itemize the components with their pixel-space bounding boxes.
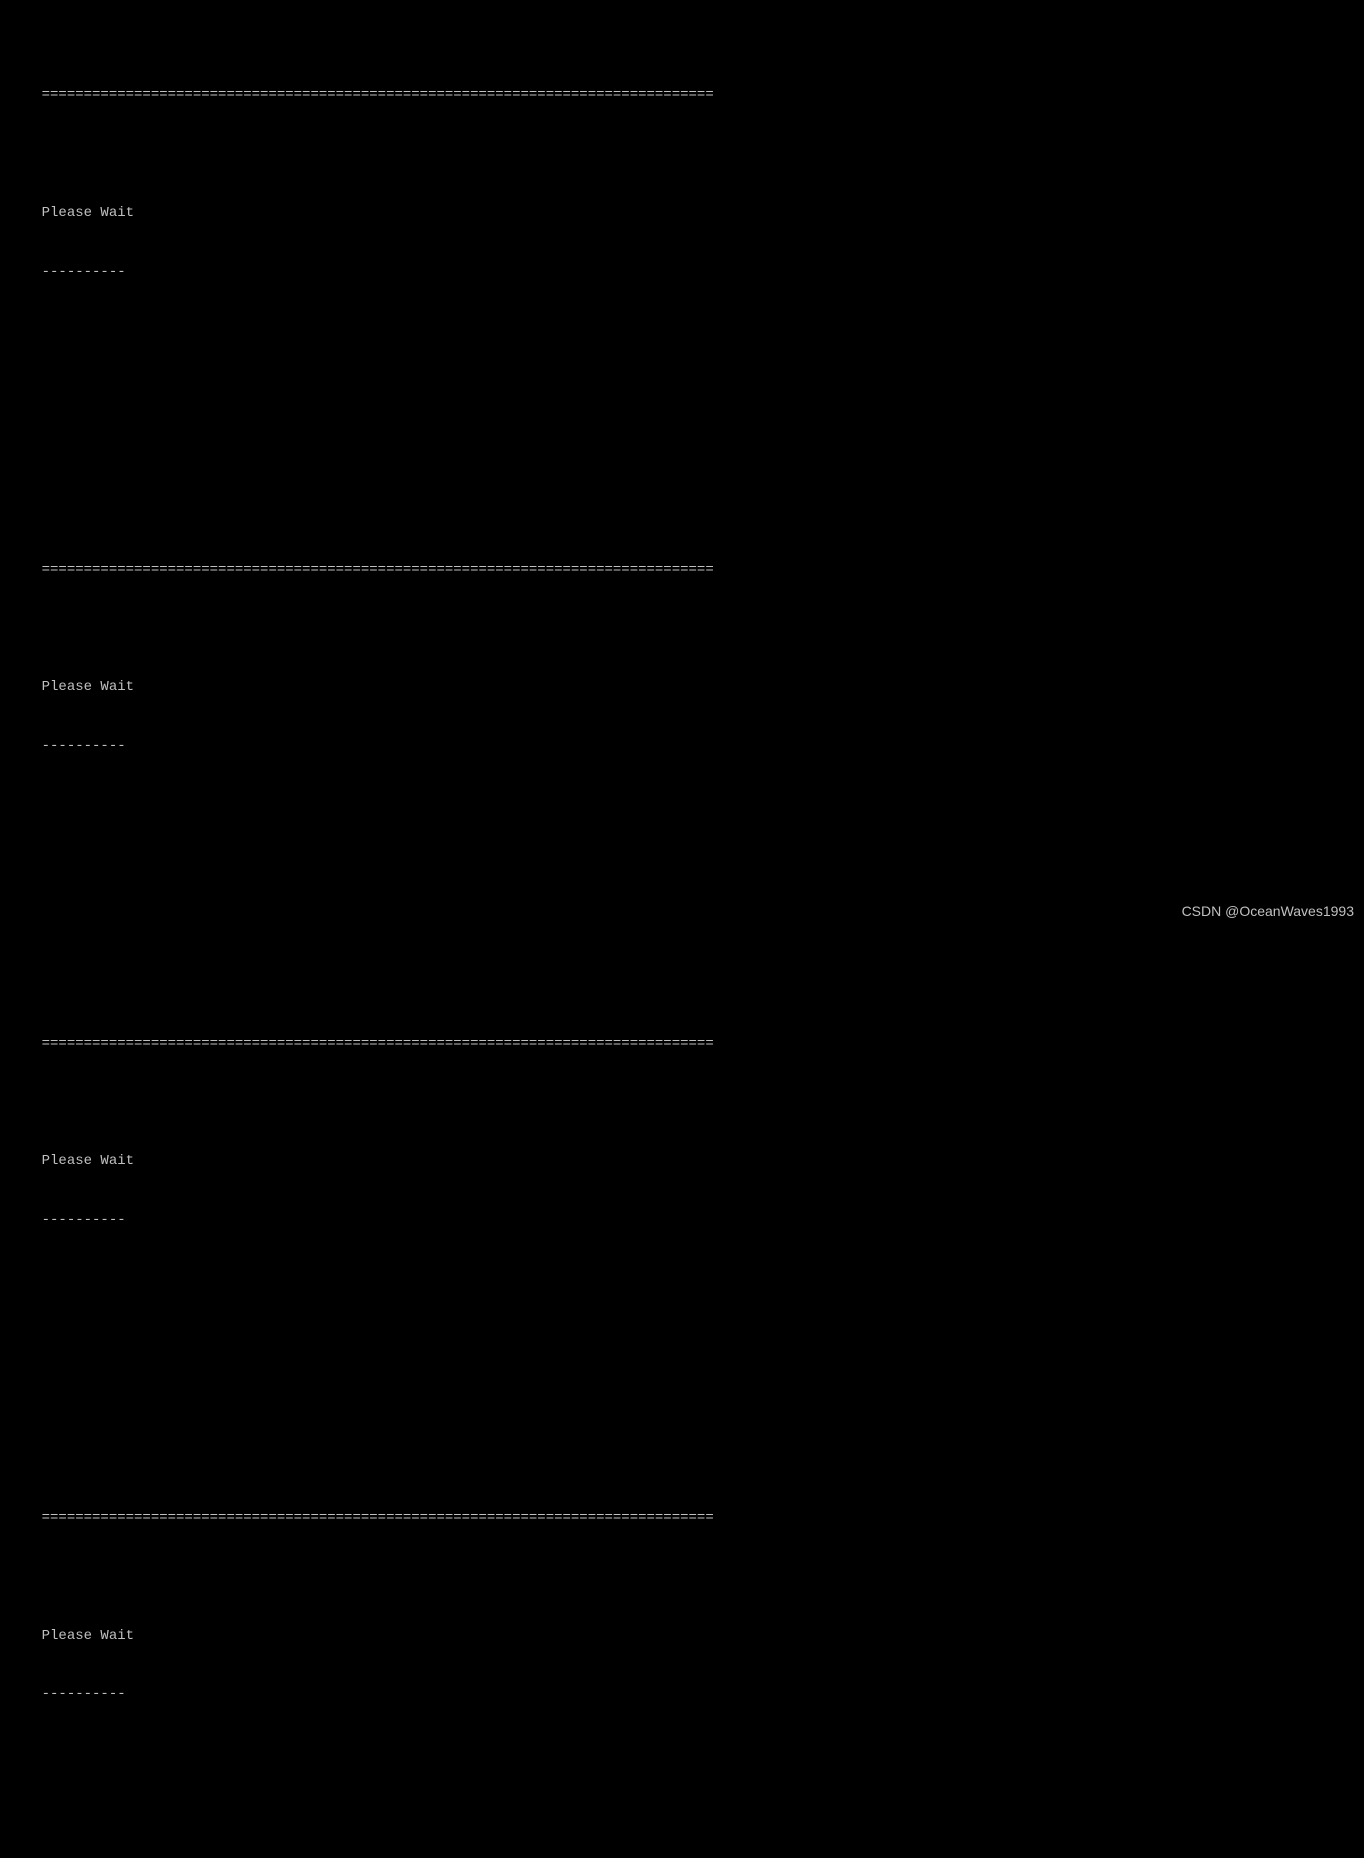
section-2: ========================================…: [8, 541, 1356, 933]
watermark-text: CSDN @OceanWaves1993: [1182, 903, 1354, 919]
separator-3: ========================================…: [42, 1036, 714, 1052]
dashes-2: ----------: [42, 738, 126, 754]
please-wait-4: Please Wait: [42, 1628, 134, 1644]
please-wait-1: Please Wait: [42, 205, 134, 221]
separator-1: ========================================…: [42, 87, 714, 103]
please-wait-2: Please Wait: [42, 679, 134, 695]
dashes-1: ----------: [42, 264, 126, 280]
section-1: ========================================…: [8, 67, 1356, 459]
please-wait-3: Please Wait: [42, 1153, 134, 1169]
terminal-output: ========================================…: [8, 8, 1356, 1858]
separator-2: ========================================…: [42, 562, 714, 578]
dashes-3: ----------: [42, 1212, 126, 1228]
section-3: ========================================…: [8, 1015, 1356, 1407]
separator-4: ========================================…: [42, 1510, 714, 1526]
dashes-4: ----------: [42, 1686, 126, 1702]
section-4: ========================================…: [8, 1490, 1356, 1858]
